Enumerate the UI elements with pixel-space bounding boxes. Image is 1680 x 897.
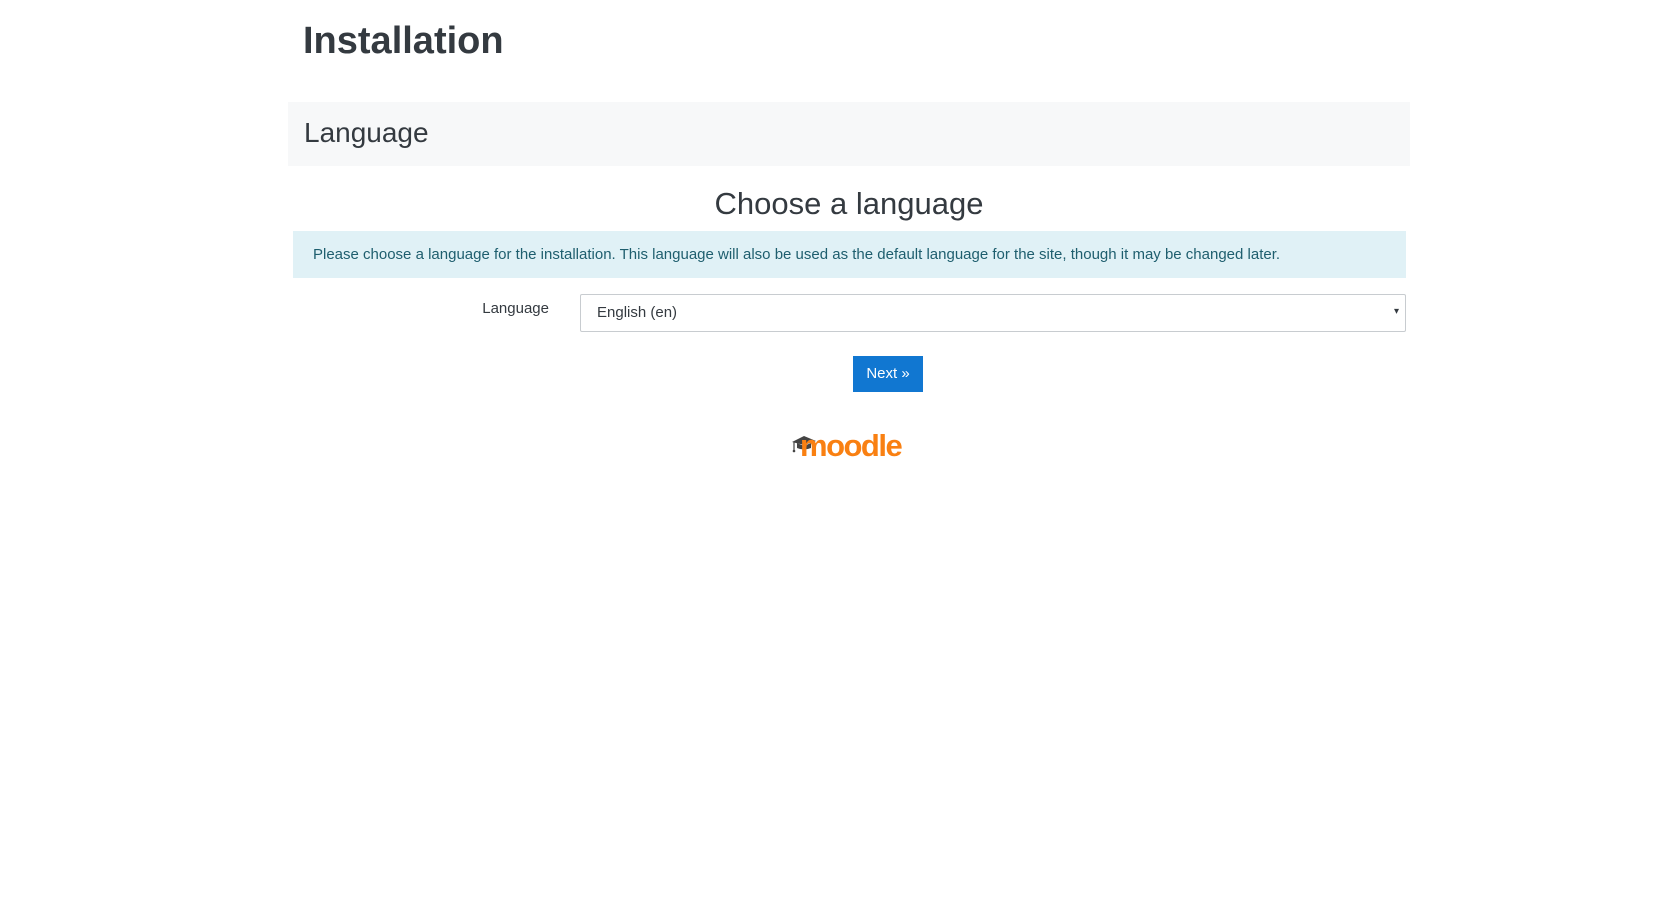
section-heading: Choose a language (714, 186, 984, 221)
stage-header: Language (288, 102, 1410, 166)
language-select[interactable]: English (en) ▾ (580, 294, 1406, 332)
info-text: Please choose a language for the install… (313, 246, 1281, 263)
moodle-logo-text: moodle (800, 428, 902, 461)
info-alert: Please choose a language for the install… (293, 231, 1406, 278)
language-select-value: English (en) (597, 304, 678, 321)
page: Installation Language Choose a language … (0, 0, 1680, 897)
chevron-down-icon: ▾ (1393, 306, 1399, 317)
language-field-label: Language (482, 300, 549, 317)
page-title: Installation (303, 20, 504, 62)
next-button[interactable]: Next » (853, 356, 923, 392)
moodle-logo: moodle (792, 428, 904, 461)
stage-title: Language (304, 117, 429, 148)
